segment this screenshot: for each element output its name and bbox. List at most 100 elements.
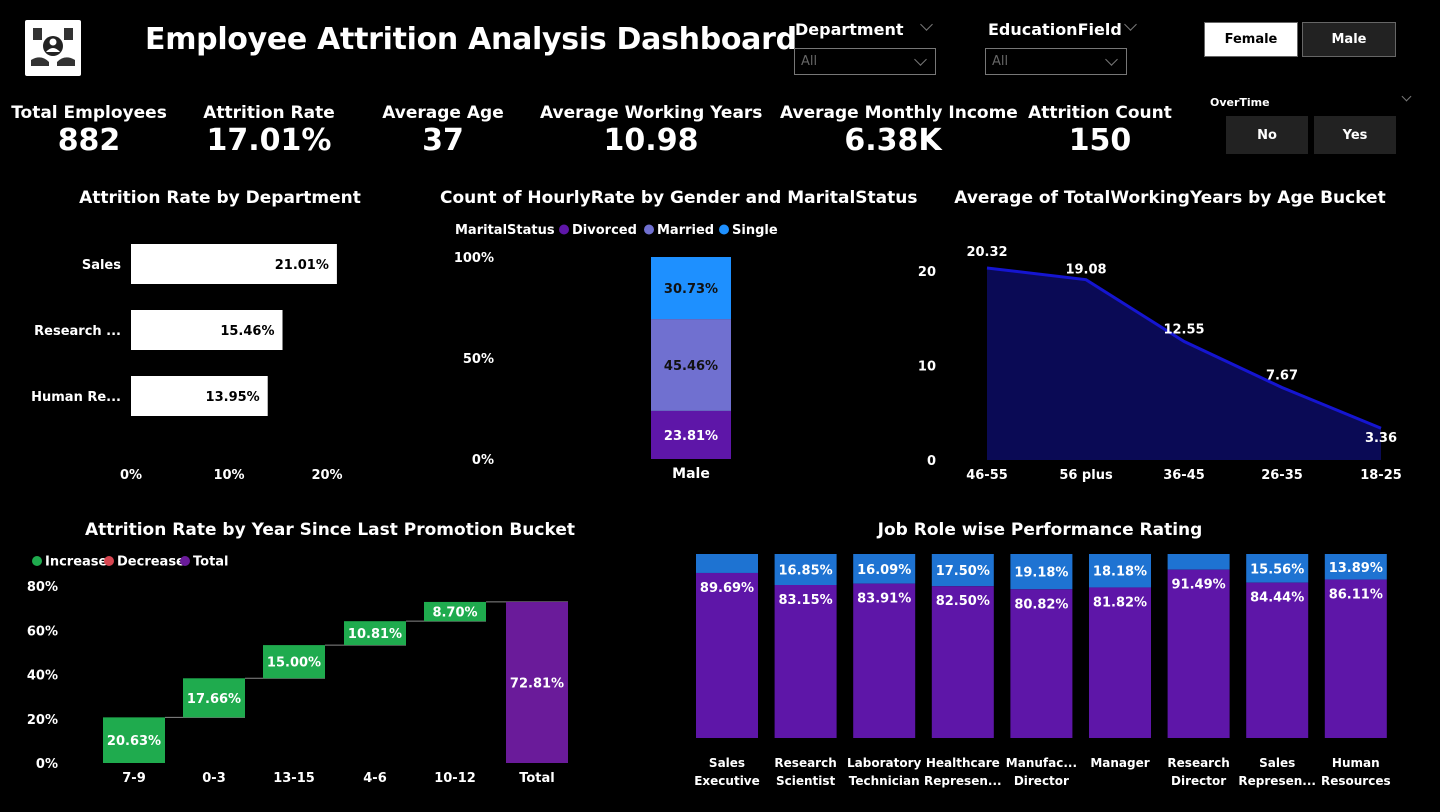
age-y-tick: 10 [918,360,936,375]
department-dropdown[interactable]: All [794,48,936,75]
kpi-value: 6.38K [844,123,942,158]
overtime-no-button[interactable]: No [1226,116,1308,154]
age-data-label: 19.08 [1065,263,1106,278]
waterfall-bar-label: 72.81% [510,676,564,691]
dept-bar-chart: Sales 21.01% Research ... 15.46% Human Re...… [31,244,343,483]
kpi-average-working-years: Average Working Years 10.98 [540,103,762,158]
jobrole-upper-segment [696,554,758,573]
jobrole-lower-label: 86.11% [1329,588,1383,603]
waterfall-y-tick: 20% [27,713,58,728]
jobrole-x-tick: Research [774,756,836,770]
age-x-tick: 36-45 [1163,468,1205,483]
jobrole-lower-label: 89.69% [700,581,754,596]
waterfall-legend-item: Decrease [117,555,185,570]
kpi-value: 17.01% [206,123,332,158]
jobrole-x-tick: Sales [709,756,745,770]
chevron-down-icon [914,53,927,66]
dept-x-tick: 20% [311,468,342,483]
gender-female-button[interactable]: Female [1204,22,1298,57]
jobrole-lower-segment [1324,579,1387,738]
age-y-tick: 0 [927,454,936,469]
waterfall-bar-label: 17.66% [187,692,241,707]
age-data-label: 7.67 [1266,369,1298,384]
jobrole-upper-label: 18.18% [1093,565,1147,580]
dept-bar-label: 13.95% [206,390,260,405]
dept-chart-title: Attrition Rate by Department [79,188,361,208]
legend-marker [104,556,114,566]
kpi-label: Average Monthly Income [780,103,1018,123]
waterfall-x-tick: 13-15 [273,771,315,786]
jobrole-x-tick: Director [1171,774,1226,788]
jobrole-x-tick: Resources [1321,774,1391,788]
jobrole-lower-label: 83.91% [857,592,911,607]
educationfield-slicer-label: EducationField [988,20,1122,39]
chevron-down-icon [1105,53,1118,66]
age-data-label: 20.32 [966,245,1007,260]
marital-segment-label: 45.46% [664,359,718,374]
waterfall-x-tick: 4-6 [363,771,387,786]
kpi-value: 37 [422,123,464,158]
logo [25,20,81,76]
department-slicer-label: Department [795,20,904,39]
educationfield-dropdown[interactable]: All [985,48,1127,75]
kpi-label: Attrition Count [1028,103,1172,123]
jobrole-upper-label: 17.50% [936,564,990,579]
waterfall-x-tick: 7-9 [122,771,146,786]
kpi-label: Average Age [382,103,504,123]
age-x-tick: 56 plus [1059,468,1113,483]
jobrole-upper-segment [1167,554,1230,570]
jobrole-x-tick: Executive [694,774,760,788]
kpi-value: 150 [1068,123,1132,158]
jobrole-x-tick: Scientist [776,774,836,788]
waterfall-y-tick: 0% [36,757,58,772]
waterfall-x-tick: 10-12 [434,771,476,786]
jobrole-upper-label: 13.89% [1329,561,1383,576]
gender-male-button[interactable]: Male [1302,22,1396,57]
legend-marker [719,224,729,235]
marital-legend-title: MaritalStatus [455,223,555,238]
marital-segment-label: 30.73% [664,282,718,297]
marital-x-label: Male [672,466,710,482]
jobrole-x-tick: Manager [1090,756,1149,770]
page-title: Employee Attrition Analysis Dashboard [145,22,797,57]
age-data-label: 12.55 [1163,322,1204,337]
legend-marker [180,556,190,566]
dept-bar-label: 15.46% [220,324,274,339]
kpi-value: 882 [57,123,121,158]
jobrole-x-tick: Laboratory [847,756,921,770]
waterfall-bar-label: 8.70% [432,606,477,621]
overtime-yes-button[interactable]: Yes [1314,116,1396,154]
chevron-down-icon[interactable] [1124,18,1137,31]
age-area-chart: 0 10 20 20.32 46-55 19.08 56 plus 12.55 36-45 7.6… [918,245,1402,483]
dept-x-tick: 0% [120,468,142,483]
jobrole-upper-label: 16.09% [857,563,911,578]
waterfall-legend-item: Increase [45,555,108,570]
age-x-tick: 46-55 [966,468,1008,483]
chevron-down-icon[interactable] [1401,91,1412,102]
kpi-label: Total Employees [11,103,167,123]
legend-marker [559,224,569,235]
jobrole-x-tick: Human [1332,756,1380,770]
chevron-down-icon[interactable] [920,18,933,31]
age-area [987,267,1381,460]
jobrole-upper-label: 15.56% [1250,562,1304,577]
age-y-tick: 20 [918,265,936,280]
jobrole-x-tick: Represen... [924,774,1002,788]
kpi-label: Average Working Years [540,103,763,123]
age-data-label: 3.36 [1365,431,1397,446]
jobrole-lower-segment [853,583,916,738]
age-x-tick: 26-35 [1261,468,1303,483]
kpi-attrition-count: Attrition Count 150 [1024,103,1176,158]
age-chart-title: Average of TotalWorkingYears by Age Buck… [954,188,1386,208]
dept-category-label: Research ... [34,324,121,339]
jobrole-x-tick: Healthcare [926,756,1000,770]
jobrole-x-tick: Research [1167,756,1229,770]
waterfall-y-tick: 80% [27,580,58,595]
waterfall-bar-label: 15.00% [267,656,321,671]
age-x-tick: 18-25 [1360,468,1402,483]
jobrole-x-tick: Director [1014,774,1069,788]
jobrole-lower-segment [696,572,758,738]
marital-y-tick: 100% [454,251,494,266]
jobrole-x-tick: Represen... [1238,774,1316,788]
dept-category-label: Sales [82,258,121,273]
